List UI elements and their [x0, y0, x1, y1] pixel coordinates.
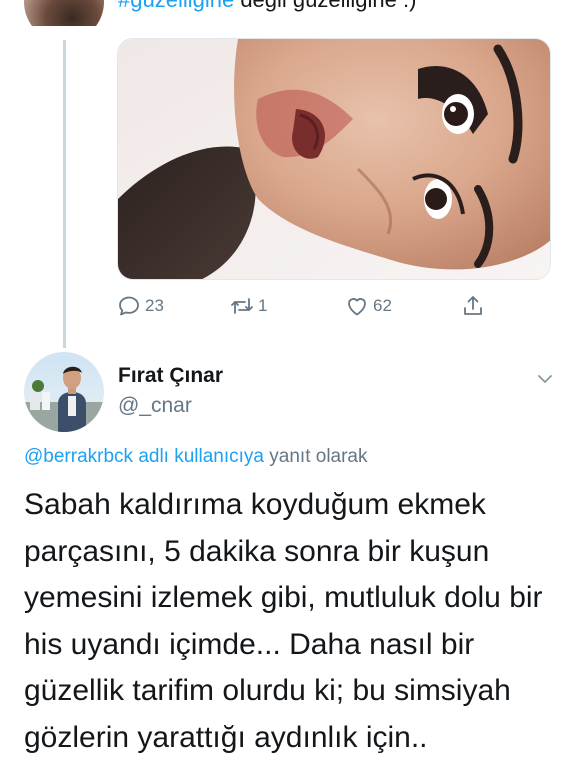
reply-count: 23 [145, 296, 164, 315]
hashtag-link[interactable]: #güzelliğine [118, 0, 234, 12]
previous-tweet-text-rest: değil güzelliğine :) [234, 0, 416, 12]
previous-tweet-header: #güzelliğine değil güzelliğine :) [0, 0, 575, 26]
reply-suffix: yanıt olarak [264, 446, 368, 467]
like-button[interactable]: 62 [345, 290, 392, 322]
chevron-down-icon [538, 375, 552, 383]
reply-icon [119, 296, 139, 316]
tweet-text: Sabah kaldırıma koyduğum ekmek parçasını… [24, 488, 543, 754]
heart-icon [348, 298, 366, 316]
replying-to: @berrakrbck adlı kullanıcıya yanıt olara… [24, 446, 368, 468]
author-name[interactable]: Fırat Çınar [118, 364, 223, 388]
tweet-more-menu[interactable] [534, 368, 556, 390]
author-handle[interactable]: @_cnar [118, 394, 192, 418]
author-avatar[interactable] [24, 352, 104, 432]
retweet-button[interactable]: 1 [230, 290, 267, 322]
retweet-count: 1 [258, 296, 268, 315]
share-button[interactable] [461, 290, 485, 322]
tweet-actions-bar: 23 1 62 [117, 290, 557, 322]
previous-tweet-text: #güzelliğine değil güzelliğine :) [118, 0, 416, 13]
reply-mention-link[interactable]: @berrakrbck adlı kullanıcıya [24, 446, 264, 467]
tweet-photo[interactable] [117, 38, 551, 280]
reply-button[interactable]: 23 [117, 290, 164, 322]
portrait-photo [118, 39, 550, 279]
retweet-icon [231, 298, 253, 314]
avatar-photo [24, 352, 104, 432]
previous-author-avatar[interactable] [24, 0, 104, 26]
share-icon [464, 296, 482, 315]
thread-connector-line [63, 40, 66, 348]
like-count: 62 [373, 296, 392, 315]
